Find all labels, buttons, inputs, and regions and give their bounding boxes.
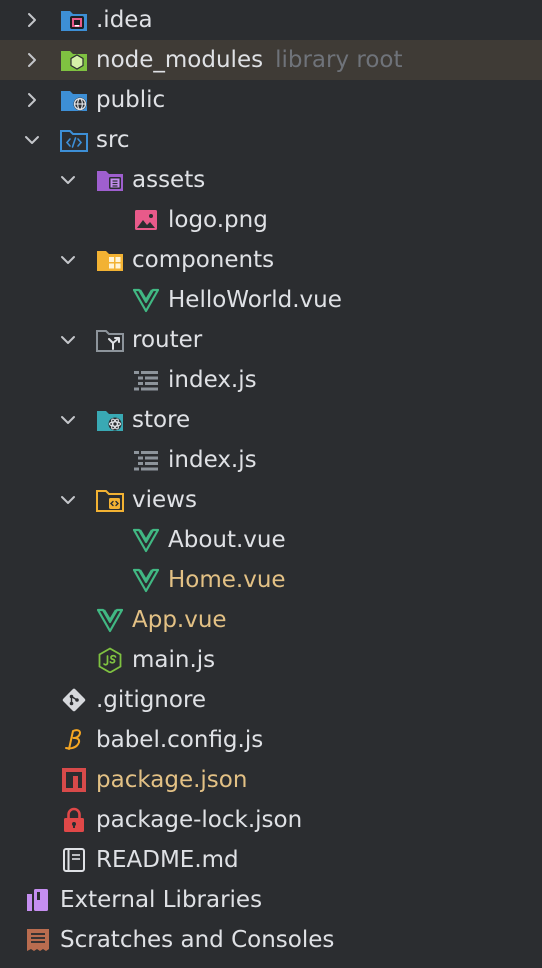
tree-item-label: src: [96, 127, 130, 153]
chevron-down-icon[interactable]: [58, 250, 78, 270]
project-tree: .idea node_modules library root public sr…: [0, 0, 542, 960]
chevron-down-icon[interactable]: [22, 130, 42, 150]
tree-item-label: package-lock.json: [96, 807, 303, 833]
tree-item-label: node_modules library root: [96, 40, 403, 80]
intellij-folder-icon: [60, 7, 87, 33]
chevron-right-icon[interactable]: [22, 90, 42, 110]
tree-item-label: About.vue: [168, 527, 286, 553]
vue-file-icon: [133, 567, 159, 593]
tree-item-home[interactable]: Home.vue: [0, 560, 542, 600]
js-module-icon: [133, 447, 159, 473]
tree-item-label: package.json: [96, 767, 248, 793]
tree-item-label: assets: [132, 167, 206, 193]
lock-icon: [61, 807, 87, 833]
git-icon: [61, 687, 87, 713]
node-folder-icon: [60, 47, 87, 73]
tree-item-app[interactable]: App.vue: [0, 600, 542, 640]
tree-item-helloworld[interactable]: HelloWorld.vue: [0, 280, 542, 320]
tree-item-label: main.js: [132, 647, 216, 673]
markdown-book-icon: [61, 847, 87, 873]
chevron-down-icon[interactable]: [58, 410, 78, 430]
source-folder-icon: [60, 127, 88, 153]
babel-icon: [61, 727, 87, 753]
vue-file-icon: [97, 607, 123, 633]
tree-item-label: index.js: [168, 447, 257, 473]
tree-item-label: HelloWorld.vue: [168, 287, 342, 313]
tree-item-assets[interactable]: assets: [0, 160, 542, 200]
store-folder-icon: [96, 407, 123, 433]
tree-item-label: README.md: [96, 847, 239, 873]
vue-file-icon: [133, 287, 159, 313]
image-file-icon: [133, 207, 159, 233]
nodejs-file-icon: [97, 647, 123, 673]
chevron-right-icon[interactable]: [22, 10, 42, 30]
tree-item-router-index[interactable]: index.js: [0, 360, 542, 400]
npm-icon: [61, 767, 87, 793]
library-icon: [25, 887, 51, 913]
tree-item-readme[interactable]: README.md: [0, 840, 542, 880]
tree-item-idea[interactable]: .idea: [0, 0, 542, 40]
vue-file-icon: [133, 527, 159, 553]
tree-item-label: logo.png: [168, 207, 268, 233]
chevron-down-icon[interactable]: [58, 490, 78, 510]
scratches-icon: [25, 927, 51, 953]
tree-item-label: .idea: [96, 7, 153, 33]
tree-item-scratches[interactable]: Scratches and Consoles: [0, 920, 542, 960]
tree-item-label: .gitignore: [96, 687, 207, 713]
tree-item-name: node_modules: [96, 47, 264, 73]
tree-item-label: babel.config.js: [96, 727, 264, 753]
tree-item-router[interactable]: router: [0, 320, 542, 360]
tree-item-babel[interactable]: babel.config.js: [0, 720, 542, 760]
tree-item-src[interactable]: src: [0, 120, 542, 160]
tree-item-about[interactable]: About.vue: [0, 520, 542, 560]
tree-item-store[interactable]: store: [0, 400, 542, 440]
tree-item-components[interactable]: components: [0, 240, 542, 280]
router-folder-icon: [96, 327, 124, 353]
resources-folder-icon: [96, 167, 123, 193]
components-folder-icon: [96, 247, 123, 273]
tree-item-logo[interactable]: logo.png: [0, 200, 542, 240]
tree-item-label: public: [96, 87, 166, 113]
tree-item-views[interactable]: views: [0, 480, 542, 520]
tree-item-package[interactable]: package.json: [0, 760, 542, 800]
tree-item-external-libraries[interactable]: External Libraries: [0, 880, 542, 920]
tree-item-label: store: [132, 407, 191, 433]
tree-item-node-modules[interactable]: node_modules library root: [0, 40, 542, 80]
views-folder-icon: [96, 487, 124, 513]
tree-item-label: App.vue: [132, 607, 227, 633]
tree-item-label: components: [132, 247, 275, 273]
tree-item-label: router: [132, 327, 203, 353]
chevron-down-icon[interactable]: [58, 330, 78, 350]
tree-item-gitignore[interactable]: .gitignore: [0, 680, 542, 720]
tree-item-store-index[interactable]: index.js: [0, 440, 542, 480]
tree-item-public[interactable]: public: [0, 80, 542, 120]
chevron-down-icon[interactable]: [58, 170, 78, 190]
js-module-icon: [133, 367, 159, 393]
web-folder-icon: [60, 87, 87, 113]
tree-item-label: views: [132, 487, 197, 513]
library-root-hint: library root: [275, 47, 403, 73]
tree-item-main[interactable]: main.js: [0, 640, 542, 680]
chevron-right-icon[interactable]: [22, 50, 42, 70]
tree-item-package-lock[interactable]: package-lock.json: [0, 800, 542, 840]
tree-item-label: Home.vue: [168, 567, 286, 593]
tree-item-label: index.js: [168, 367, 257, 393]
tree-item-label: Scratches and Consoles: [60, 927, 335, 953]
tree-item-label: External Libraries: [60, 887, 263, 913]
